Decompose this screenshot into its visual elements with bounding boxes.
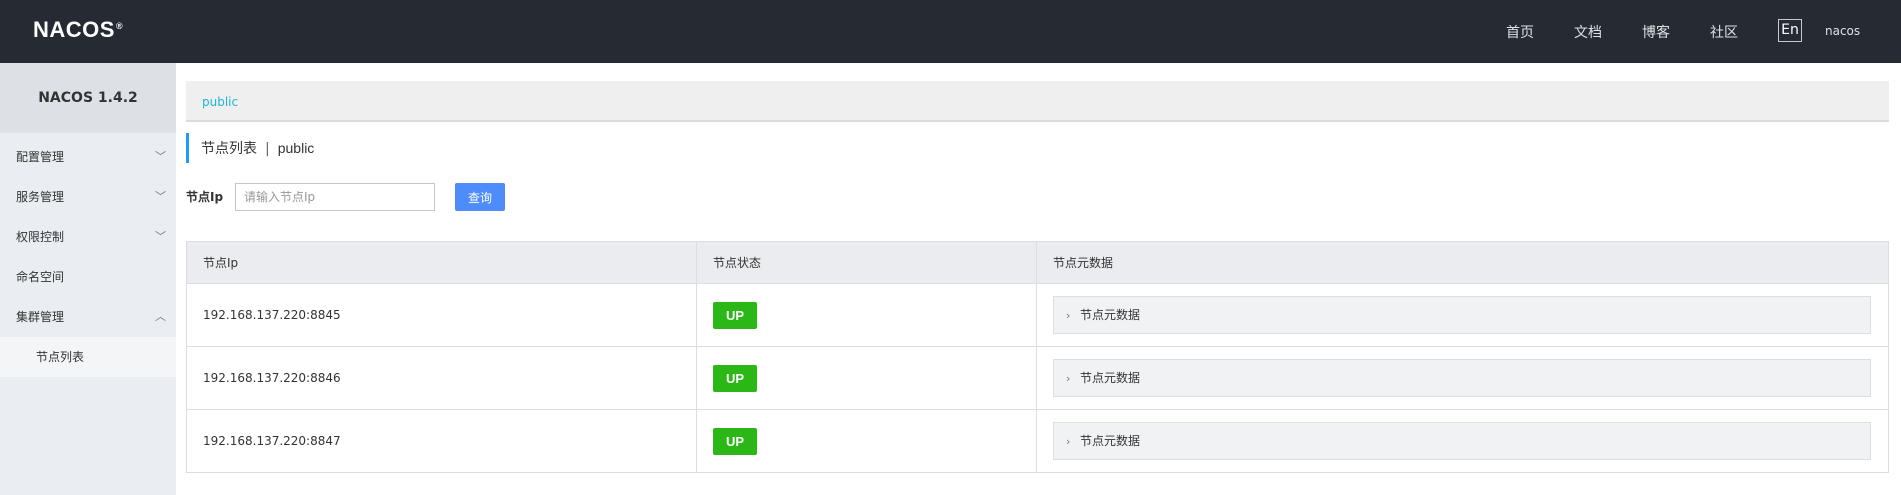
status-badge: UP [713,427,757,455]
nav-home[interactable]: 首页 [1506,0,1534,63]
sidebar-item-config-management[interactable]: 配置管理 ﹀ [0,137,176,177]
nav-docs[interactable]: 文档 [1574,0,1602,63]
nav-blog[interactable]: 博客 [1642,0,1670,63]
table-header-row: 节点Ip 节点状态 节点元数据 [186,241,1889,284]
table-row: 192.168.137.220:8847 UP › 节点元数据 [186,409,1889,473]
metadata-collapse[interactable]: › 节点元数据 [1053,296,1871,334]
node-ip-search-input[interactable] [235,183,435,211]
language-toggle-button[interactable]: En [1778,19,1802,42]
node-status-cell: UP [696,283,1037,347]
logo-text: NACOS [33,17,115,42]
metadata-collapse[interactable]: › 节点元数据 [1053,359,1871,397]
namespace-bar: public [186,81,1889,122]
metadata-collapse-label: 节点元数据 [1080,308,1141,322]
chevron-up-icon: ︿ [155,310,166,323]
chevron-down-icon: ﹀ [155,190,166,203]
node-metadata-cell: › 节点元数据 [1036,346,1889,410]
node-ip-cell: 192.168.137.220:8847 [186,409,697,473]
sidebar-item-cluster-management[interactable]: 集群管理 ︿ [0,297,176,337]
status-badge: UP [713,301,757,329]
table-row: 192.168.137.220:8845 UP › 节点元数据 [186,283,1889,347]
node-metadata-cell: › 节点元数据 [1036,409,1889,473]
node-table: 节点Ip 节点状态 节点元数据 192.168.137.220:8845 UP … [186,241,1889,473]
sidebar-item-label: 权限控制 [16,230,65,244]
sidebar-item-label: 配置管理 [16,150,65,164]
page-title-separator: | [265,141,270,157]
nav-home-link[interactable]: 首页 [1506,22,1534,42]
node-metadata-cell: › 节点元数据 [1036,283,1889,347]
sidebar-item-access-control[interactable]: 权限控制 ﹀ [0,217,176,257]
page-title-text: 节点列表 [201,141,257,157]
namespace-public-link[interactable]: public [202,95,238,109]
metadata-collapse-label: 节点元数据 [1080,371,1141,385]
table-row: 192.168.137.220:8846 UP › 节点元数据 [186,346,1889,410]
nav-blog-link[interactable]: 博客 [1642,22,1670,42]
sidebar-item-label: 服务管理 [16,190,65,204]
sidebar-title: NACOS 1.4.2 [0,63,176,133]
nav-community-link[interactable]: 社区 [1710,22,1738,42]
sidebar-item-namespace[interactable]: 命名空间 [0,257,176,297]
chevron-right-icon: › [1066,309,1071,322]
user-menu[interactable]: nacos [1825,24,1860,38]
sidebar: NACOS 1.4.2 配置管理 ﹀ 服务管理 ﹀ 权限控制 ﹀ 命名空间 集群… [0,63,176,495]
node-ip-cell: 192.168.137.220:8845 [186,283,697,347]
nav-docs-link[interactable]: 文档 [1574,22,1602,42]
search-label: 节点Ip [186,190,224,204]
sidebar-item-label: 命名空间 [16,270,65,284]
nav-community[interactable]: 社区 [1710,0,1738,63]
column-header-node-metadata: 节点元数据 [1036,241,1889,284]
chevron-down-icon: ﹀ [155,230,166,243]
main-content: public 节点列表 | public 节点Ip 查询 节点Ip 节点状态 节点元… [176,63,1901,495]
chevron-down-icon: ﹀ [155,150,166,163]
query-button[interactable]: 查询 [455,183,505,211]
metadata-collapse[interactable]: › 节点元数据 [1053,422,1871,460]
sidebar-item-label: 集群管理 [16,310,65,324]
node-status-cell: UP [696,346,1037,410]
page-title: 节点列表 | public [186,133,314,163]
column-header-node-status: 节点状态 [696,241,1037,284]
page-title-namespace: public [277,140,315,156]
top-header: NACOS® 首页 文档 博客 社区 En nacos [0,0,1901,63]
logo-registered-mark: ® [115,20,124,31]
nacos-logo[interactable]: NACOS® [33,17,123,43]
metadata-collapse-label: 节点元数据 [1080,434,1141,448]
status-badge: UP [713,364,757,392]
node-status-cell: UP [696,409,1037,473]
column-header-node-ip: 节点Ip [186,241,697,284]
sidebar-subitem-node-list[interactable]: 节点列表 [0,337,176,377]
sidebar-item-service-management[interactable]: 服务管理 ﹀ [0,177,176,217]
chevron-right-icon: › [1066,435,1071,448]
node-ip-cell: 192.168.137.220:8846 [186,346,697,410]
chevron-right-icon: › [1066,372,1071,385]
